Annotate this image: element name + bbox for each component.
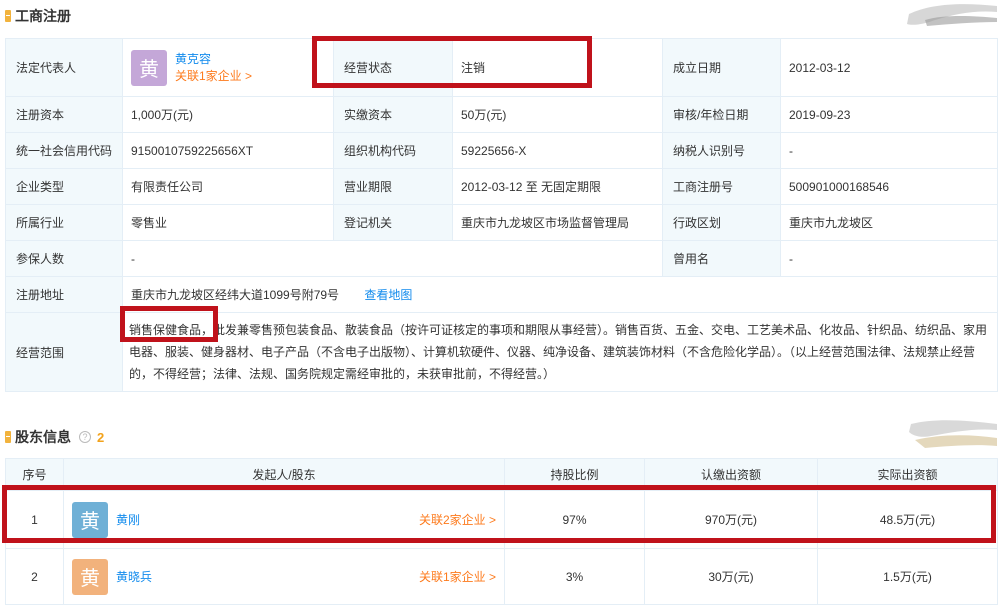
legal-rep-avatar[interactable]: 黄	[131, 49, 167, 86]
business-registration-table: 法定代表人 黄 黄克容 关联1家企业 > 经营状态 注销 成立日期 2012-0…	[5, 38, 998, 392]
help-icon[interactable]: ?	[79, 431, 91, 443]
table-row: 2 黄 黄晓兵 关联1家企业 > 3% 30万(元) 1.5万(元)	[5, 548, 998, 605]
holder-cell: 黄 黄晓兵 关联1家企业 >	[63, 548, 505, 605]
holder-actual: 1.5万(元)	[817, 548, 998, 605]
industry-value: 零售业	[122, 204, 334, 241]
biz-term-label: 营业期限	[333, 168, 453, 205]
credit-code-value: 9150010759225656XT	[122, 132, 334, 169]
district-label: 行政区划	[662, 204, 781, 241]
col-header-subscribed: 认缴出资额	[644, 458, 818, 491]
credit-code-label: 统一社会信用代码	[5, 132, 123, 169]
reg-authority-label: 登记机关	[333, 204, 453, 241]
col-header-no: 序号	[5, 458, 64, 491]
section-marker-icon	[5, 431, 11, 443]
approval-date-label: 审核/年检日期	[662, 96, 781, 133]
address-label: 注册地址	[5, 276, 123, 313]
legal-rep-name-link[interactable]: 黄克容	[175, 52, 211, 66]
status-value: 注销	[452, 38, 663, 97]
row-no: 1	[5, 490, 64, 549]
brush-decoration-icon	[909, 420, 997, 448]
paid-capital-label: 实缴资本	[333, 96, 453, 133]
scope-value: 销售保健食品，批发兼零售预包装食品、散装食品（按许可证核定的事项和期限从事经营）…	[122, 312, 998, 392]
table-row: 1 黄 黄刚 关联2家企业 > 97% 970万(元) 48.5万(元)	[5, 490, 998, 549]
biz-term-value: 2012-03-12 至 无固定期限	[452, 168, 663, 205]
col-header-ratio: 持股比例	[504, 458, 645, 491]
holder-cell: 黄 黄刚 关联2家企业 >	[63, 490, 505, 549]
reg-capital-label: 注册资本	[5, 96, 123, 133]
reg-capital-value: 1,000万(元)	[122, 96, 334, 133]
section-title-business-registration: 工商注册	[5, 6, 71, 26]
col-header-holder: 发起人/股东	[63, 458, 505, 491]
insured-label: 参保人数	[5, 240, 123, 277]
section-title-text: 股东信息	[15, 429, 71, 445]
paid-capital-value: 50万(元)	[452, 96, 663, 133]
brush-decoration-icon	[907, 4, 997, 26]
established-label: 成立日期	[662, 38, 781, 97]
holder-avatar[interactable]: 黄	[72, 501, 108, 538]
taxpayer-id-label: 纳税人识别号	[662, 132, 781, 169]
holder-related-link[interactable]: 关联2家企业 >	[419, 511, 496, 528]
holder-ratio: 3%	[504, 548, 645, 605]
holder-subscribed: 30万(元)	[644, 548, 818, 605]
legal-rep-related-link[interactable]: 关联1家企业 >	[175, 69, 252, 83]
scope-label: 经营范围	[5, 312, 123, 392]
holder-avatar[interactable]: 黄	[72, 558, 108, 595]
reg-authority-value: 重庆市九龙坡区市场监督管理局	[452, 204, 663, 241]
reg-no-label: 工商注册号	[662, 168, 781, 205]
legal-rep-cell: 黄 黄克容 关联1家企业 >	[122, 38, 334, 97]
org-code-label: 组织机构代码	[333, 132, 453, 169]
district-value: 重庆市九龙坡区	[780, 204, 998, 241]
insured-value: -	[122, 240, 663, 277]
holder-subscribed: 970万(元)	[644, 490, 818, 549]
holder-ratio: 97%	[504, 490, 645, 549]
holder-actual: 48.5万(元)	[817, 490, 998, 549]
industry-label: 所属行业	[5, 204, 123, 241]
former-name-value: -	[780, 240, 998, 277]
row-no: 2	[5, 548, 64, 605]
established-value: 2012-03-12	[780, 38, 998, 97]
shareholder-table: 序号 发起人/股东 持股比例 认缴出资额 实际出资额 1 黄 黄刚 关联2家企业…	[5, 458, 998, 605]
org-code-value: 59225656-X	[452, 132, 663, 169]
legal-rep-label: 法定代表人	[5, 38, 123, 97]
taxpayer-id-value: -	[780, 132, 998, 169]
approval-date-value: 2019-09-23	[780, 96, 998, 133]
section-title-text: 工商注册	[15, 8, 71, 24]
shareholder-count: 2	[97, 429, 105, 445]
col-header-actual: 实际出资额	[817, 458, 998, 491]
table-header-row: 序号 发起人/股东 持股比例 认缴出资额 实际出资额	[5, 458, 998, 491]
section-marker-icon	[5, 10, 11, 22]
holder-name-link[interactable]: 黄刚	[116, 511, 140, 528]
section-title-shareholders: 股东信息 ? 2	[5, 427, 104, 447]
holder-related-link[interactable]: 关联1家企业 >	[419, 568, 496, 585]
address-cell: 重庆市九龙坡区经纬大道1099号附79号 查看地图	[122, 276, 998, 313]
holder-name-link[interactable]: 黄晓兵	[116, 568, 152, 585]
status-label: 经营状态	[333, 38, 453, 97]
view-map-link[interactable]: 查看地图	[364, 288, 412, 302]
company-type-value: 有限责任公司	[122, 168, 334, 205]
former-name-label: 曾用名	[662, 240, 781, 277]
company-type-label: 企业类型	[5, 168, 123, 205]
reg-no-value: 500901000168546	[780, 168, 998, 205]
address-value: 重庆市九龙坡区经纬大道1099号附79号	[131, 288, 340, 302]
